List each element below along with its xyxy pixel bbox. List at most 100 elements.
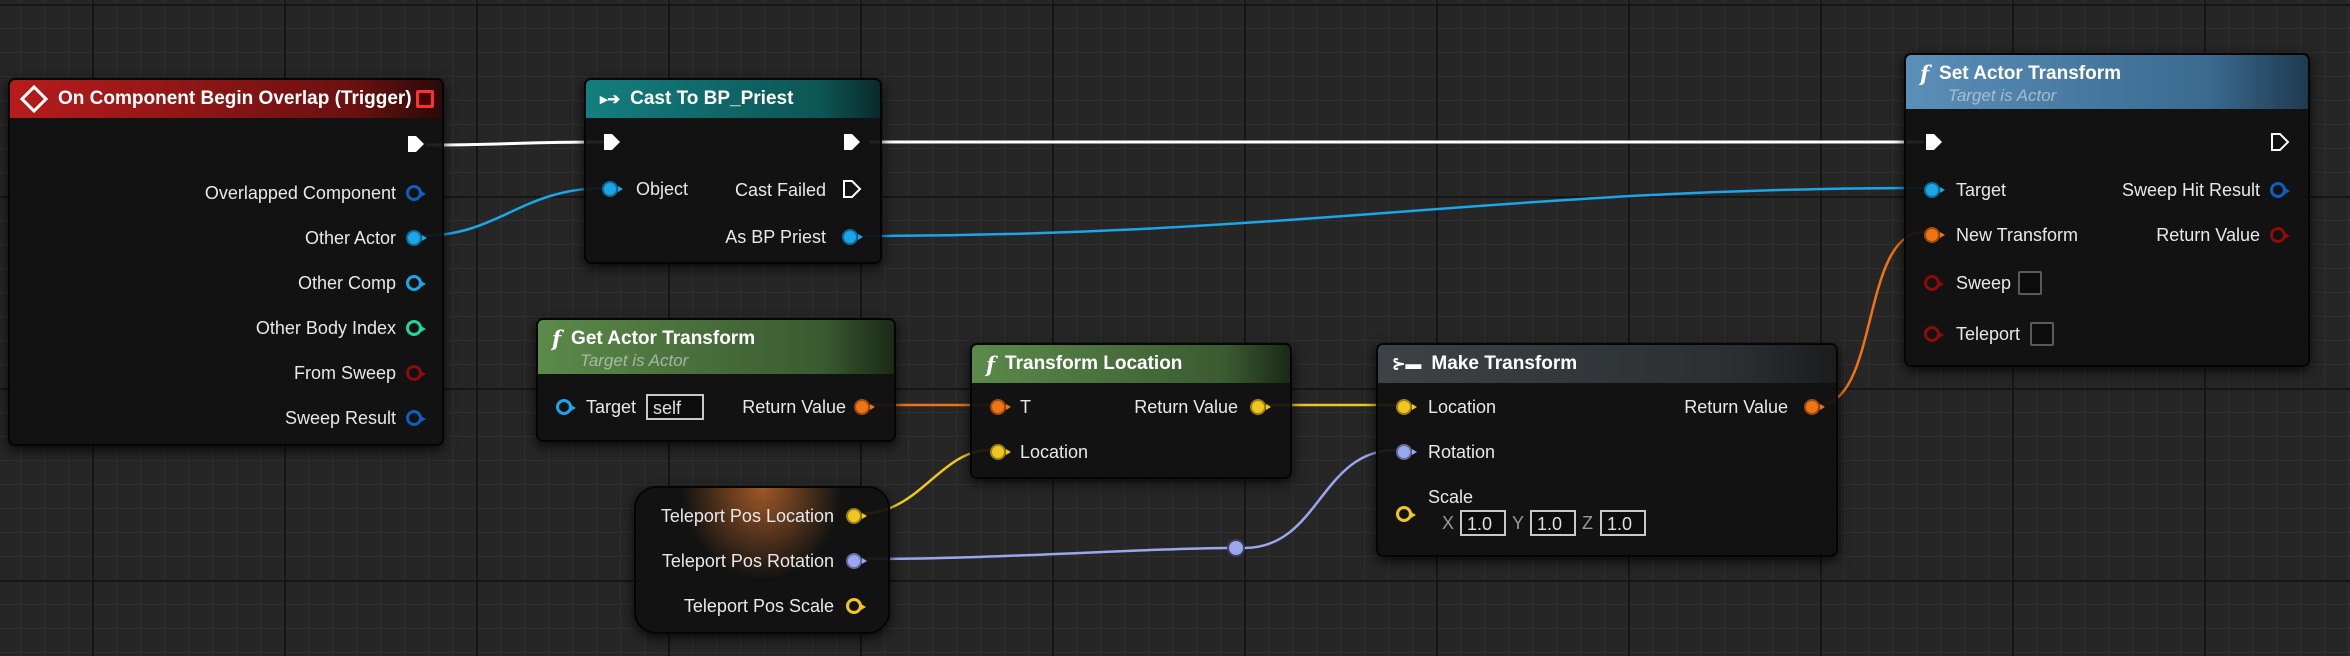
pin-sweep-hit-result[interactable] xyxy=(2270,182,2290,198)
exec-out-pin[interactable] xyxy=(842,133,862,151)
node-header[interactable]: f Set Actor Transform Target is Actor xyxy=(1906,55,2308,109)
exec-in-pin[interactable] xyxy=(1924,133,1944,151)
pin-label-target: Target xyxy=(586,397,637,417)
pin-return-value[interactable] xyxy=(2270,227,2290,243)
pin-teleport-pos-location[interactable] xyxy=(846,508,867,524)
pin-other-actor[interactable] xyxy=(406,230,427,246)
cast-node-bp-priest[interactable]: ▸➔ Cast To BP_Priest Object Cast Failed … xyxy=(584,78,882,264)
pin-other-comp[interactable] xyxy=(406,275,426,291)
scale-y-field[interactable]: 1.0 xyxy=(1530,510,1576,536)
pin-label-teleport: Teleport xyxy=(1956,324,2021,344)
pin-label-rotation: Rotation xyxy=(1428,442,1496,462)
node-header[interactable]: ⊱▬ Make Transform xyxy=(1378,345,1836,383)
function-node-transform-location[interactable]: f Transform Location T Return Value Locat… xyxy=(970,343,1292,479)
scale-x-field[interactable]: 1.0 xyxy=(1460,510,1506,536)
pin-new-transform[interactable] xyxy=(1924,227,1945,243)
pin-label-object: Object xyxy=(636,179,689,199)
scale-z-field[interactable]: 1.0 xyxy=(1600,510,1646,536)
node-title: Transform Location xyxy=(1005,353,1183,374)
variable-label-teleport-pos-location[interactable]: Teleport Pos Location xyxy=(661,505,834,527)
pin-target[interactable] xyxy=(1924,182,1945,198)
pin-label-target: Target xyxy=(1956,180,2007,200)
pin-rotation-input[interactable] xyxy=(1396,444,1417,460)
pin-sweep-result[interactable] xyxy=(406,410,426,426)
node-header[interactable]: ▸➔ Cast To BP_Priest xyxy=(586,80,880,118)
pin-t-input[interactable] xyxy=(990,399,1011,415)
pin-target[interactable] xyxy=(556,399,576,415)
node-title: Make Transform xyxy=(1431,353,1578,374)
function-icon: f xyxy=(552,326,562,351)
function-icon: f xyxy=(1920,61,1930,86)
pin-label-location: Location xyxy=(1428,397,1497,417)
exec-wire-overlap-to-cast[interactable] xyxy=(425,140,605,147)
pin-label-new-transform: New Transform xyxy=(1956,225,2079,245)
cast-arrows-icon: ▸➔ xyxy=(600,91,621,108)
pin-label-other-comp: Other Comp xyxy=(297,273,396,293)
pin-teleport-pos-scale[interactable] xyxy=(846,598,866,614)
pin-other-body-index[interactable] xyxy=(406,320,426,336)
event-diamond-icon xyxy=(19,84,49,114)
node-title: On Component Begin Overlap (Trigger) xyxy=(58,88,412,109)
node-subtitle: Target is Actor xyxy=(580,351,689,370)
target-self-field[interactable]: self xyxy=(646,394,704,420)
node-title: Cast To BP_Priest xyxy=(630,88,794,109)
pin-label-overlapped-component: Overlapped Component xyxy=(204,183,396,203)
sweep-checkbox[interactable] xyxy=(2018,271,2042,295)
node-subtitle: Target is Actor xyxy=(1948,86,2057,105)
pin-label-as-bp-priest: As BP Priest xyxy=(725,227,826,247)
variable-nodes-teleport-pos[interactable]: Teleport Pos Location Teleport Pos Rotat… xyxy=(634,486,890,634)
pin-return-value[interactable] xyxy=(1250,399,1271,415)
teleport-checkbox[interactable] xyxy=(2030,322,2054,346)
delegate-pin-icon[interactable] xyxy=(416,90,434,108)
scale-y-label: Y xyxy=(1512,513,1525,533)
pin-location-input[interactable] xyxy=(1396,399,1417,415)
pin-return-value[interactable] xyxy=(854,399,875,415)
cast-failed-exec-pin[interactable] xyxy=(842,180,862,198)
function-node-get-actor-transform[interactable]: f Get Actor Transform Target is Actor Tar… xyxy=(536,318,896,442)
scale-x-label: X xyxy=(1442,513,1455,533)
object-wire-as-priest-to-target[interactable] xyxy=(857,186,1925,238)
variable-label-teleport-pos-rotation[interactable]: Teleport Pos Rotation xyxy=(662,550,834,572)
event-node-begin-overlap[interactable]: On Component Begin Overlap (Trigger) Ove… xyxy=(8,78,444,446)
pin-label-return-value: Return Value xyxy=(1684,397,1788,417)
pin-overlapped-component[interactable] xyxy=(406,185,426,201)
pin-label-sweep-hit-result: Sweep Hit Result xyxy=(2121,180,2260,200)
node-title: Set Actor Transform xyxy=(1939,62,2121,84)
exec-out-pin[interactable] xyxy=(2270,133,2290,151)
pin-from-sweep[interactable] xyxy=(406,365,426,381)
pin-location-input[interactable] xyxy=(990,444,1011,460)
node-title: Get Actor Transform xyxy=(571,327,756,349)
pin-label-other-body-index: Other Body Index xyxy=(255,318,396,338)
pin-object-input[interactable] xyxy=(602,181,623,197)
pin-teleport-pos-rotation[interactable] xyxy=(846,553,867,569)
node-header[interactable]: f Transform Location xyxy=(972,345,1290,383)
function-icon: f xyxy=(986,351,996,377)
pin-teleport[interactable] xyxy=(1924,326,1944,342)
pin-label-cast-failed: Cast Failed xyxy=(734,180,826,200)
pin-as-bp-priest[interactable] xyxy=(842,229,863,245)
pin-label-return-value: Return Value xyxy=(1134,397,1238,417)
node-header[interactable]: On Component Begin Overlap (Trigger) xyxy=(10,80,442,118)
pin-return-value[interactable] xyxy=(1804,399,1825,415)
object-wire-other-actor[interactable] xyxy=(419,186,607,238)
scale-z-label: Z xyxy=(1582,513,1593,533)
pin-label-return-value: Return Value xyxy=(2156,225,2260,245)
exec-out-pin[interactable] xyxy=(406,135,426,153)
pin-label-return-value: Return Value xyxy=(742,397,846,417)
make-struct-icon: ⊱▬ xyxy=(1392,356,1422,373)
pin-label-sweep-result: Sweep Result xyxy=(284,408,396,428)
rotator-wire-rot-var-to-reroute[interactable] xyxy=(861,546,1229,561)
pin-label-other-actor: Other Actor xyxy=(304,228,396,248)
function-node-set-actor-transform[interactable]: f Set Actor Transform Target is Actor Tar… xyxy=(1904,53,2310,367)
pin-label-sweep: Sweep xyxy=(1956,273,2012,293)
pin-label-from-sweep: From Sweep xyxy=(293,363,396,383)
pin-label-scale: Scale xyxy=(1428,487,1474,507)
reroute-node-rotator[interactable] xyxy=(1227,539,1245,557)
exec-in-pin[interactable] xyxy=(602,133,622,151)
pin-label-location: Location xyxy=(1020,442,1089,462)
pin-sweep[interactable] xyxy=(1924,275,1944,291)
node-header[interactable]: f Get Actor Transform Target is Actor xyxy=(538,320,894,374)
variable-label-teleport-pos-scale[interactable]: Teleport Pos Scale xyxy=(684,595,834,617)
pin-scale-input[interactable] xyxy=(1396,506,1416,522)
node-make-transform[interactable]: ⊱▬ Make Transform Location Return Value … xyxy=(1376,343,1838,557)
